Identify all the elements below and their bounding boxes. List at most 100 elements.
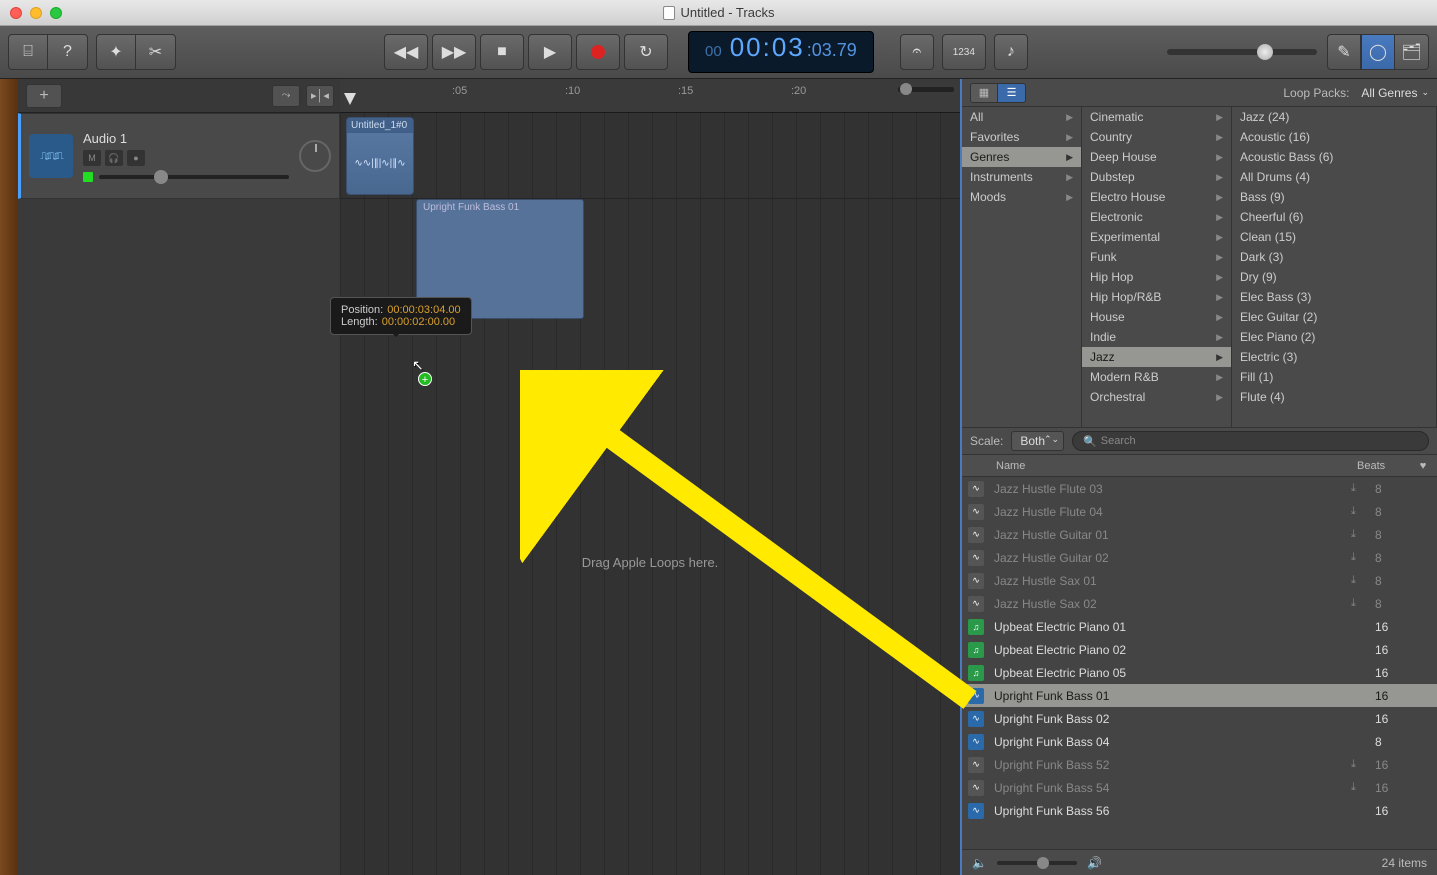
category-item[interactable]: Hip Hop/R&B▶ xyxy=(1082,287,1231,307)
scale-dropdown[interactable]: Both ⌃⌄ xyxy=(1011,431,1064,451)
category-item[interactable]: Jazz (24) xyxy=(1232,107,1436,127)
slider-knob[interactable] xyxy=(1037,857,1049,869)
record-enable-button[interactable]: ● xyxy=(127,150,145,166)
loop-row[interactable]: ∿Jazz Hustle Flute 03⤓8 xyxy=(962,477,1437,500)
download-icon[interactable]: ⤓ xyxy=(1351,482,1375,495)
automation-button[interactable]: 𝄐 xyxy=(900,34,934,70)
download-icon[interactable]: ⤓ xyxy=(1351,551,1375,564)
download-icon[interactable]: ⤓ xyxy=(1351,597,1375,610)
play-button[interactable]: ▶ xyxy=(528,34,572,70)
category-item[interactable]: House▶ xyxy=(1082,307,1231,327)
quick-help-button[interactable]: ? xyxy=(48,34,88,70)
download-icon[interactable]: ⤓ xyxy=(1351,574,1375,587)
timeline[interactable]: Untitled_1#0 ∿∿|∥|∿|∥∿ Upright Funk Bass… xyxy=(340,113,960,875)
slider-knob[interactable] xyxy=(900,83,912,95)
track-volume-slider[interactable] xyxy=(99,175,289,179)
category-item[interactable]: All Drums (4) xyxy=(1232,167,1436,187)
category-column-3[interactable]: Jazz (24)Acoustic (16)Acoustic Bass (6)A… xyxy=(1232,107,1437,427)
loop-row[interactable]: ∿Jazz Hustle Flute 04⤓8 xyxy=(962,500,1437,523)
category-item[interactable]: Cinematic▶ xyxy=(1082,107,1231,127)
category-item[interactable]: Dry (9) xyxy=(1232,267,1436,287)
category-item[interactable]: Indie▶ xyxy=(1082,327,1231,347)
search-input[interactable]: 🔍 Search xyxy=(1072,431,1429,451)
forward-button[interactable]: ▶▶ xyxy=(432,34,476,70)
count-in-button[interactable]: 1234 xyxy=(942,34,986,70)
playhead-marker[interactable] xyxy=(344,93,356,105)
loop-row[interactable]: ∿Upright Funk Bass 5616 xyxy=(962,799,1437,822)
category-item[interactable]: Instruments▶ xyxy=(962,167,1081,187)
stop-button[interactable]: ■ xyxy=(480,34,524,70)
loop-list-header[interactable]: Name Beats ♥ xyxy=(962,455,1437,477)
category-item[interactable]: Elec Bass (3) xyxy=(1232,287,1436,307)
lcd-display[interactable]: 00 00:03 :03.79 xyxy=(688,31,874,73)
category-item[interactable]: Modern R&B▶ xyxy=(1082,367,1231,387)
category-item[interactable]: Dubstep▶ xyxy=(1082,167,1231,187)
column-name[interactable]: Name xyxy=(962,460,1357,472)
tuner-button[interactable]: ♪ xyxy=(994,34,1028,70)
category-column-2[interactable]: Cinematic▶Country▶Deep House▶Dubstep▶Ele… xyxy=(1082,107,1232,427)
loop-row[interactable]: ∿Upright Funk Bass 52⤓16 xyxy=(962,753,1437,776)
loop-row[interactable]: ∿Upright Funk Bass 0116 xyxy=(962,684,1437,707)
download-icon[interactable]: ⤓ xyxy=(1351,758,1375,771)
loop-packs-dropdown[interactable]: All Genres ⌄ xyxy=(1361,86,1429,100)
minimize-window-button[interactable] xyxy=(30,7,42,19)
loop-row[interactable]: ♫Upbeat Electric Piano 0216 xyxy=(962,638,1437,661)
rewind-button[interactable]: ◀◀ xyxy=(384,34,428,70)
category-item[interactable]: Bass (9) xyxy=(1232,187,1436,207)
mute-button[interactable]: M xyxy=(83,150,101,166)
loop-row[interactable]: ∿Jazz Hustle Sax 02⤓8 xyxy=(962,592,1437,615)
button-view-button[interactable]: ▦ xyxy=(970,83,998,103)
category-item[interactable]: Fill (1) xyxy=(1232,367,1436,387)
media-browser-button[interactable]: 🗂 xyxy=(1395,34,1429,70)
category-item[interactable]: Deep House▶ xyxy=(1082,147,1231,167)
category-item[interactable]: Flute (4) xyxy=(1232,387,1436,407)
category-item[interactable]: Cheerful (6) xyxy=(1232,207,1436,227)
smart-controls-button[interactable]: ✦ xyxy=(96,34,136,70)
category-item[interactable]: Experimental▶ xyxy=(1082,227,1231,247)
notepad-button[interactable]: ✎ xyxy=(1327,34,1361,70)
cycle-button[interactable]: ↻ xyxy=(624,34,668,70)
category-item[interactable]: Acoustic Bass (6) xyxy=(1232,147,1436,167)
library-button[interactable]: ⌸ xyxy=(8,34,48,70)
loop-row[interactable]: ∿Jazz Hustle Guitar 02⤓8 xyxy=(962,546,1437,569)
preview-volume-slider[interactable] xyxy=(997,861,1077,865)
download-icon[interactable]: ⤓ xyxy=(1351,781,1375,794)
maximize-window-button[interactable] xyxy=(50,7,62,19)
category-item[interactable]: Orchestral▶ xyxy=(1082,387,1231,407)
category-column-1[interactable]: All▶Favorites▶Genres▶Instruments▶Moods▶ xyxy=(962,107,1082,427)
column-view-button[interactable]: ☰ xyxy=(998,83,1026,103)
category-item[interactable]: Dark (3) xyxy=(1232,247,1436,267)
category-item[interactable]: Electronic▶ xyxy=(1082,207,1231,227)
close-window-button[interactable] xyxy=(10,7,22,19)
timeline-ruler[interactable]: :05 :10 :15 :20 xyxy=(340,79,960,113)
category-item[interactable]: All▶ xyxy=(962,107,1081,127)
category-item[interactable]: Electro House▶ xyxy=(1082,187,1231,207)
loop-row[interactable]: ♫Upbeat Electric Piano 0516 xyxy=(962,661,1437,684)
automation-view-button[interactable]: ▸│◂ xyxy=(306,85,334,107)
pan-knob[interactable] xyxy=(299,140,331,172)
category-item[interactable]: Favorites▶ xyxy=(962,127,1081,147)
category-item[interactable]: Moods▶ xyxy=(962,187,1081,207)
loop-list[interactable]: ∿Jazz Hustle Flute 03⤓8∿Jazz Hustle Flut… xyxy=(962,477,1437,849)
loop-browser-button[interactable]: ◯ xyxy=(1361,34,1395,70)
editors-button[interactable]: ✂ xyxy=(136,34,176,70)
category-item[interactable]: Clean (15) xyxy=(1232,227,1436,247)
record-button[interactable] xyxy=(576,34,620,70)
loop-row[interactable]: ∿Jazz Hustle Guitar 01⤓8 xyxy=(962,523,1437,546)
category-item[interactable]: Country▶ xyxy=(1082,127,1231,147)
catch-playhead-button[interactable]: ⤳ xyxy=(272,85,300,107)
loop-row[interactable]: ♫Upbeat Electric Piano 0116 xyxy=(962,615,1437,638)
column-beats[interactable]: Beats xyxy=(1357,460,1409,472)
category-item[interactable]: Electric (3) xyxy=(1232,347,1436,367)
audio-region-untitled-1[interactable]: Untitled_1#0 ∿∿|∥|∿|∥∿ xyxy=(346,117,414,195)
category-item[interactable]: Funk▶ xyxy=(1082,247,1231,267)
category-item[interactable]: Elec Piano (2) xyxy=(1232,327,1436,347)
slider-knob[interactable] xyxy=(154,170,168,184)
slider-knob[interactable] xyxy=(1257,44,1273,60)
category-item[interactable]: Genres▶ xyxy=(962,147,1081,167)
category-item[interactable]: Elec Guitar (2) xyxy=(1232,307,1436,327)
category-item[interactable]: Acoustic (16) xyxy=(1232,127,1436,147)
horizontal-zoom-slider[interactable] xyxy=(898,87,954,92)
download-icon[interactable]: ⤓ xyxy=(1351,528,1375,541)
category-item[interactable]: Jazz▶ xyxy=(1082,347,1231,367)
